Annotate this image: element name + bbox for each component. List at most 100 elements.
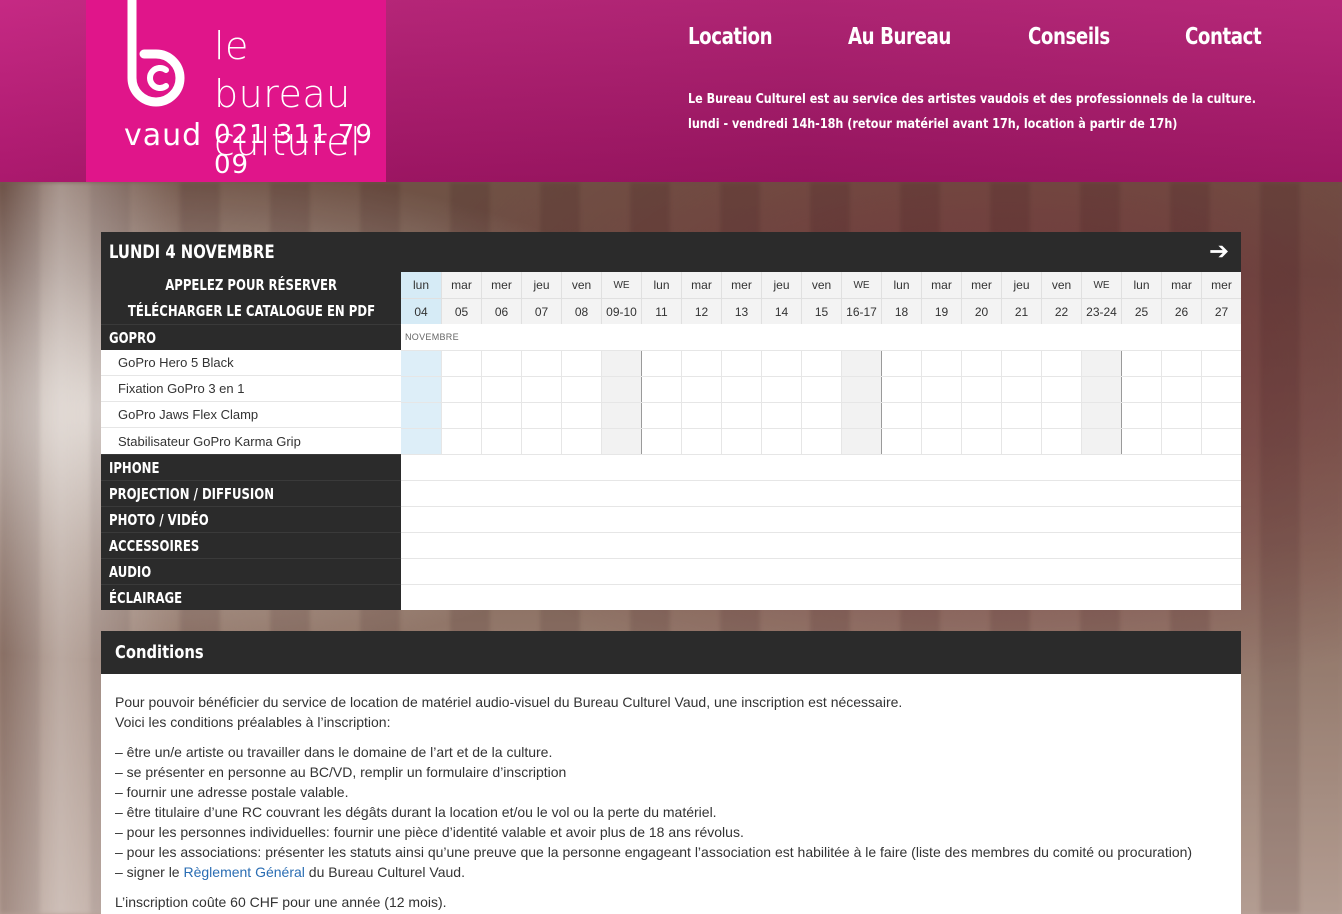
availability-cell[interactable] [681,377,721,402]
nav-au-bureau[interactable]: Au Bureau [848,24,951,50]
availability-cell[interactable] [721,351,761,376]
availability-cell[interactable] [721,377,761,402]
category-iphone[interactable]: IPHONE [101,454,401,480]
availability-cell[interactable] [761,429,801,454]
availability-cell[interactable] [881,377,921,402]
availability-cell[interactable] [641,351,681,376]
availability-cell[interactable] [641,403,681,428]
availability-cell[interactable] [401,351,441,376]
availability-cell[interactable] [481,377,521,402]
availability-cell[interactable] [601,403,641,428]
availability-cell[interactable] [841,429,881,454]
nav-location[interactable]: Location [688,24,773,50]
item-row[interactable]: GoPro Hero 5 Black [101,350,401,376]
availability-cell[interactable] [1161,351,1201,376]
availability-cell[interactable] [841,377,881,402]
availability-cell[interactable] [481,351,521,376]
availability-cell[interactable] [1041,403,1081,428]
reglement-general-link[interactable]: Règlement Général [183,864,304,880]
availability-cell[interactable] [601,429,641,454]
availability-cell[interactable] [521,403,561,428]
availability-cell[interactable] [1041,429,1081,454]
availability-cell[interactable] [1081,429,1121,454]
availability-cell[interactable] [681,403,721,428]
availability-cell[interactable] [521,351,561,376]
availability-cell[interactable] [401,429,441,454]
availability-cell[interactable] [961,429,1001,454]
availability-cell[interactable] [881,403,921,428]
category-audio[interactable]: AUDIO [101,558,401,584]
arrow-right-icon[interactable]: ➔ [1207,240,1231,264]
availability-cell[interactable] [921,351,961,376]
availability-cell[interactable] [1081,403,1121,428]
availability-cell[interactable] [641,429,681,454]
availability-cell[interactable] [1161,403,1201,428]
availability-cell[interactable] [961,351,1001,376]
nav-conseils[interactable]: Conseils [1028,24,1110,50]
availability-cell[interactable] [561,403,601,428]
category-accessoires[interactable]: ACCESSOIRES [101,532,401,558]
availability-cell[interactable] [441,377,481,402]
availability-cell[interactable] [401,377,441,402]
category-projection[interactable]: PROJECTION / DIFFUSION [101,480,401,506]
nav-contact[interactable]: Contact [1185,24,1262,50]
availability-cell[interactable] [801,377,841,402]
availability-cell[interactable] [841,351,881,376]
availability-cell[interactable] [961,403,1001,428]
category-eclairage[interactable]: ÉCLAIRAGE [101,584,401,610]
availability-cell[interactable] [681,429,721,454]
availability-cell[interactable] [761,377,801,402]
availability-cell[interactable] [721,403,761,428]
item-row[interactable]: GoPro Jaws Flex Clamp [101,402,401,428]
category-photo-video[interactable]: PHOTO / VIDÉO [101,506,401,532]
availability-cell[interactable] [401,403,441,428]
availability-cell[interactable] [1081,351,1121,376]
availability-cell[interactable] [881,351,921,376]
availability-cell[interactable] [481,403,521,428]
availability-cell[interactable] [561,429,601,454]
availability-cell[interactable] [1121,403,1161,428]
availability-cell[interactable] [1201,403,1241,428]
availability-cell[interactable] [561,377,601,402]
availability-cell[interactable] [481,429,521,454]
availability-cell[interactable] [521,377,561,402]
availability-cell[interactable] [1201,377,1241,402]
item-row[interactable]: Stabilisateur GoPro Karma Grip [101,428,401,454]
availability-cell[interactable] [921,429,961,454]
availability-cell[interactable] [1201,351,1241,376]
availability-cell[interactable] [801,351,841,376]
call-to-reserve[interactable]: APPELEZ POUR RÉSERVER [101,272,401,298]
availability-cell[interactable] [1121,429,1161,454]
availability-cell[interactable] [1001,351,1041,376]
category-gopro[interactable]: GOPRO [101,324,401,350]
availability-cell[interactable] [1081,377,1121,402]
item-row[interactable]: Fixation GoPro 3 en 1 [101,376,401,402]
availability-cell[interactable] [961,377,1001,402]
availability-cell[interactable] [1161,429,1201,454]
availability-cell[interactable] [1041,351,1081,376]
availability-cell[interactable] [881,429,921,454]
availability-cell[interactable] [921,377,961,402]
availability-cell[interactable] [1001,403,1041,428]
availability-cell[interactable] [681,351,721,376]
availability-cell[interactable] [1001,429,1041,454]
availability-cell[interactable] [1041,377,1081,402]
availability-cell[interactable] [801,429,841,454]
download-catalog-link[interactable]: TÉLÉCHARGER LE CATALOGUE EN PDF [101,298,401,324]
availability-cell[interactable] [601,351,641,376]
availability-cell[interactable] [641,377,681,402]
availability-cell[interactable] [1201,429,1241,454]
availability-cell[interactable] [761,403,801,428]
availability-cell[interactable] [601,377,641,402]
availability-cell[interactable] [801,403,841,428]
availability-cell[interactable] [1121,351,1161,376]
logo[interactable]: le bureau culturel vaud 021 311 79 09 [86,0,386,182]
availability-cell[interactable] [441,403,481,428]
availability-cell[interactable] [1161,377,1201,402]
availability-cell[interactable] [441,429,481,454]
availability-cell[interactable] [761,351,801,376]
availability-cell[interactable] [441,351,481,376]
availability-cell[interactable] [721,429,761,454]
availability-cell[interactable] [841,403,881,428]
availability-cell[interactable] [521,429,561,454]
